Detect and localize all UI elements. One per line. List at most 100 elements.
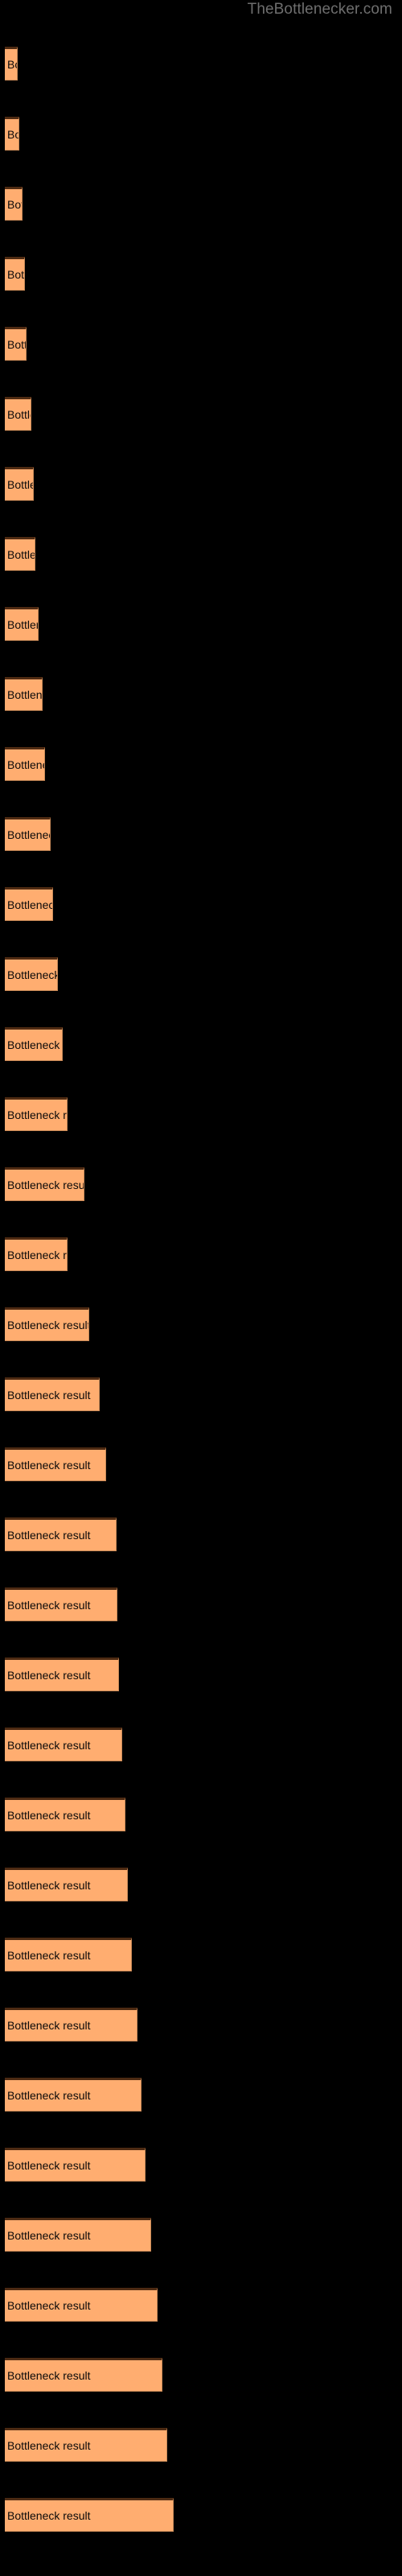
bar-row[interactable]: Bottleneck result <box>5 2148 146 2182</box>
bar-row[interactable]: Bottleneck result <box>5 1097 68 1131</box>
bar-label: Bottleneck result <box>7 408 31 421</box>
bar-row[interactable]: Bottleneck result <box>5 1657 119 1691</box>
bar-row[interactable]: Bottleneck result <box>5 677 43 711</box>
bar-row[interactable]: Bottleneck result <box>5 1938 132 1971</box>
bar[interactable]: Bottleneck result <box>5 2358 162 2392</box>
bar[interactable]: Bottleneck result <box>5 1728 122 1761</box>
bar-label: Bottleneck result <box>7 198 22 211</box>
bar-label: Bottleneck result <box>7 338 26 351</box>
bar[interactable]: Bottleneck result <box>5 2148 146 2182</box>
bar-label: Bottleneck result <box>7 1108 67 1121</box>
bar[interactable]: Bottleneck result <box>5 187 23 221</box>
bar-label: Bottleneck result <box>7 2369 91 2382</box>
bar[interactable]: Bottleneck result <box>5 537 35 571</box>
bar-label: Bottleneck result <box>7 2439 91 2452</box>
bar[interactable]: Bottleneck result <box>5 1237 68 1271</box>
bar-row[interactable]: Bottleneck result <box>5 2008 137 2041</box>
bar[interactable]: Bottleneck result <box>5 1307 89 1341</box>
bar-label: Bottleneck result <box>7 898 52 911</box>
bar[interactable]: Bottleneck result <box>5 1447 106 1481</box>
bar[interactable]: Bottleneck result <box>5 1167 84 1201</box>
bar[interactable]: Bottleneck result <box>5 1377 100 1411</box>
bar-label: Bottleneck result <box>7 1389 91 1402</box>
bar[interactable]: Bottleneck result <box>5 1097 68 1131</box>
bar-label: Bottleneck result <box>7 618 38 631</box>
bar[interactable]: Bottleneck result <box>5 747 45 781</box>
bar[interactable]: Bottleneck result <box>5 887 53 921</box>
bar-row[interactable]: Bottleneck result <box>5 47 18 80</box>
bar-row[interactable]: Bottleneck result <box>5 607 39 641</box>
bar-row[interactable]: Bottleneck result <box>5 2498 174 2532</box>
bottleneck-bar-chart: Bottleneck result Bottleneck result Bottle… <box>0 0 402 2576</box>
bar-label: Bottleneck result <box>7 1319 89 1331</box>
bar[interactable]: Bottleneck result <box>5 607 39 641</box>
bar-label: Bottleneck result <box>7 478 33 491</box>
bar-row[interactable]: Bottleneck result <box>5 2288 158 2322</box>
bar-row[interactable]: Bottleneck result <box>5 1167 84 1201</box>
bar[interactable]: Bottleneck result <box>5 2008 137 2041</box>
bar-label: Bottleneck result <box>7 548 35 561</box>
bar-label: Bottleneck result <box>7 968 58 981</box>
bar-label: Bottleneck result <box>7 1599 91 1612</box>
bar[interactable]: Bottleneck result <box>5 2218 151 2252</box>
bar-row[interactable]: Bottleneck result <box>5 887 53 921</box>
bar-label: Bottleneck result <box>7 2159 91 2172</box>
bar-label: Bottleneck result <box>7 1739 91 1752</box>
bar[interactable]: Bottleneck result <box>5 817 51 851</box>
bar[interactable]: Bottleneck result <box>5 1798 125 1831</box>
bar-row[interactable]: Bottleneck result <box>5 817 51 851</box>
bar-label: Bottleneck result <box>7 1949 91 1962</box>
bar-row[interactable]: Bottleneck result <box>5 1237 68 1271</box>
bar-label: Bottleneck result <box>7 128 18 141</box>
bar[interactable]: Bottleneck result <box>5 257 25 291</box>
bar-row[interactable]: Bottleneck result <box>5 1517 117 1551</box>
bar-label: Bottleneck result <box>7 2299 91 2312</box>
bar-row[interactable]: Bottleneck result <box>5 327 27 361</box>
bar-row[interactable]: Bottleneck result <box>5 1447 106 1481</box>
bar[interactable]: Bottleneck result <box>5 327 27 361</box>
bar-row[interactable]: Bottleneck result <box>5 537 35 571</box>
bar[interactable]: Bottleneck result <box>5 2428 167 2462</box>
bar[interactable]: Bottleneck result <box>5 467 34 501</box>
bar-row[interactable]: Bottleneck result <box>5 2218 151 2252</box>
bar[interactable]: Bottleneck result <box>5 397 31 431</box>
bar-label: Bottleneck result <box>7 828 50 841</box>
bar[interactable]: Bottleneck result <box>5 1868 128 1901</box>
bar[interactable]: Bottleneck result <box>5 2288 158 2322</box>
bar-row[interactable]: Bottleneck result <box>5 1027 63 1061</box>
bar-row[interactable]: Bottleneck result <box>5 467 34 501</box>
bar-row[interactable]: Bottleneck result <box>5 257 25 291</box>
bar[interactable]: Bottleneck result <box>5 1027 63 1061</box>
bar-row[interactable]: Bottleneck result <box>5 397 31 431</box>
bar[interactable]: Bottleneck result <box>5 2498 174 2532</box>
bar-row[interactable]: Bottleneck result <box>5 1728 122 1761</box>
bar-row[interactable]: Bottleneck result <box>5 2428 167 2462</box>
bar[interactable]: Bottleneck result <box>5 47 18 80</box>
bar[interactable]: Bottleneck result <box>5 2078 142 2112</box>
bar-row[interactable]: Bottleneck result <box>5 1307 89 1341</box>
bar[interactable]: Bottleneck result <box>5 1657 119 1691</box>
bar[interactable]: Bottleneck result <box>5 957 58 991</box>
bar-label: Bottleneck result <box>7 2019 91 2032</box>
bar-label: Bottleneck result <box>7 2229 91 2242</box>
bar-row[interactable]: Bottleneck result <box>5 1868 128 1901</box>
bar-label: Bottleneck result <box>7 1249 67 1261</box>
bar-row[interactable]: Bottleneck result <box>5 117 19 151</box>
bar-row[interactable]: Bottleneck result <box>5 1377 100 1411</box>
bar[interactable]: Bottleneck result <box>5 1938 132 1971</box>
bar[interactable]: Bottleneck result <box>5 1587 117 1621</box>
bar[interactable]: Bottleneck result <box>5 677 43 711</box>
bar-row[interactable]: Bottleneck result <box>5 1798 125 1831</box>
bar-label: Bottleneck result <box>7 758 44 771</box>
bar-row[interactable]: Bottleneck result <box>5 2078 142 2112</box>
bar-label: Bottleneck result <box>7 268 25 281</box>
bar-row[interactable]: Bottleneck result <box>5 957 58 991</box>
bar[interactable]: Bottleneck result <box>5 1517 117 1551</box>
bar-row[interactable]: Bottleneck result <box>5 2358 162 2392</box>
bar-row[interactable]: Bottleneck result <box>5 747 45 781</box>
bar-label: Bottleneck result <box>7 688 43 701</box>
bar-label: Bottleneck result <box>7 1459 91 1472</box>
bar[interactable]: Bottleneck result <box>5 117 19 151</box>
bar-row[interactable]: Bottleneck result <box>5 1587 117 1621</box>
bar-row[interactable]: Bottleneck result <box>5 187 23 221</box>
